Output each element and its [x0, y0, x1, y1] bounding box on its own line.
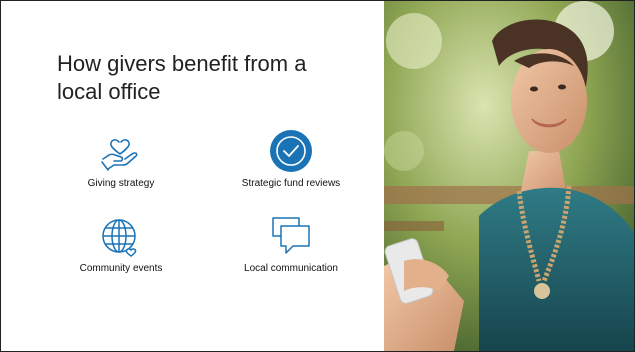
speech-bubbles-icon	[272, 217, 310, 254]
hand-heart-icon	[101, 139, 138, 171]
woman-smiling-holding-phone-photo	[384, 1, 634, 351]
photo-illustration	[384, 1, 634, 351]
feature-label: Giving strategy	[87, 178, 155, 189]
slide-title: How givers benefit from a local office	[57, 51, 307, 104]
feature-local-communication: Local communication	[216, 214, 366, 274]
globe-heart-icon	[102, 219, 137, 257]
content-panel: How givers benefit from a local office G…	[1, 1, 384, 351]
feature-label: Strategic fund reviews	[241, 178, 341, 189]
feature-community-events: Community events	[46, 214, 196, 274]
slide: How givers benefit from a local office G…	[0, 0, 635, 352]
feature-giving-strategy: Giving strategy	[46, 129, 196, 189]
feature-label: Local communication	[244, 263, 338, 274]
feature-label: Community events	[79, 263, 163, 274]
check-circle-icon	[270, 130, 312, 172]
feature-strategic-fund-reviews: Strategic fund reviews	[216, 129, 366, 189]
